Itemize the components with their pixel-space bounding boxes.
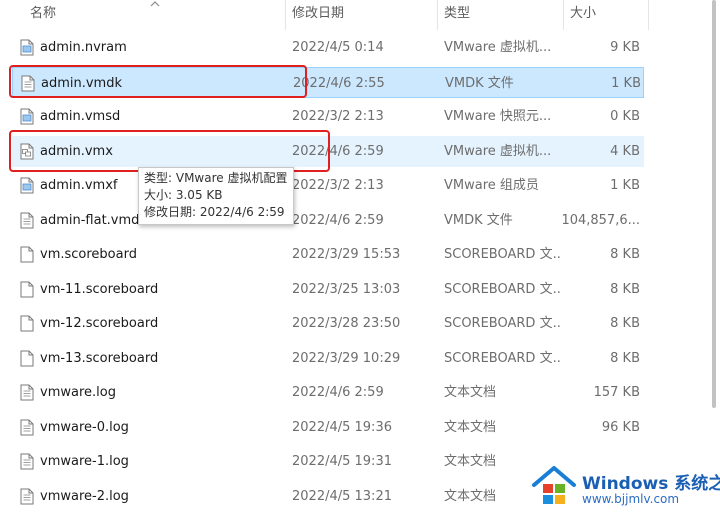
modified-date: 2022/4/5 13:21: [292, 489, 392, 504]
file-row[interactable]: vm.scoreboard 2022/3/29 15:53 SCOREBOARD 文…: [12, 239, 644, 270]
file-name: vm-12.scoreboard: [40, 316, 159, 331]
file-row[interactable]: admin-flat.vmdk 2022/4/6 2:59 VMDK 文件 104,8…: [12, 205, 644, 236]
blank-file-icon: [20, 315, 34, 332]
file-size: 8 KB: [610, 282, 640, 297]
column-header-date[interactable]: 修改日期: [286, 0, 436, 30]
file-name: vmware-0.log: [40, 420, 129, 435]
file-row[interactable]: admin.vmxf 2022/3/2 2:13 VMware 组成员 1 KB: [12, 170, 644, 201]
modified-date: 2022/3/2 2:13: [292, 178, 384, 193]
file-type: VMware 快照元...: [444, 109, 552, 124]
file-name: vm-13.scoreboard: [40, 351, 159, 366]
file-row[interactable]: vm-11.scoreboard 2022/3/25 13:03 SCOREBOAR…: [12, 274, 644, 305]
highlight-annotation-vmdk: [9, 65, 307, 98]
modified-date: 2022/4/5 19:36: [292, 420, 392, 435]
file-row[interactable]: vm-12.scoreboard 2022/3/28 23:50 SCOREBOAR…: [12, 308, 644, 339]
file-type: 文本文档: [444, 420, 497, 435]
watermark: Windows 系统之家 www.bjjmlv.com: [530, 461, 720, 513]
modified-date: 2022/4/6 2:59: [292, 213, 384, 228]
watermark-url: www.bjjmlv.com: [582, 492, 680, 506]
file-type: VMware 虚拟机...: [444, 40, 552, 55]
file-type: 文本文档: [444, 385, 497, 400]
file-row[interactable]: admin.vmsd 2022/3/2 2:13 VMware 快照元... 0 KB: [12, 101, 644, 132]
file-name: vm.scoreboard: [40, 247, 137, 262]
text-file-icon: [20, 384, 34, 401]
file-type: VMware 组成员: [444, 178, 539, 193]
vertical-scrollbar[interactable]: [712, 0, 716, 408]
windows-house-logo-icon: [532, 466, 576, 504]
vmware-file-icon: [20, 177, 34, 194]
modified-date: 2022/3/28 23:50: [292, 316, 401, 331]
vmware-file-icon: [20, 108, 34, 125]
modified-date: 2022/3/29 10:29: [292, 351, 401, 366]
tooltip-type: 类型: VMware 虚拟机配置: [144, 171, 288, 185]
column-header-bar: 名称 修改日期 类型 大小: [0, 0, 720, 30]
column-header-type[interactable]: 类型: [438, 0, 562, 30]
document-file-icon: [20, 212, 34, 229]
file-row[interactable]: vm-13.scoreboard 2022/3/29 10:29 SCOREBOAR…: [12, 343, 644, 374]
file-size: 8 KB: [610, 247, 640, 262]
file-type: SCOREBOARD 文...: [444, 316, 562, 331]
file-explorer: 名称 修改日期 类型 大小 admin.nvram 2022/4/5 0:14 VM…: [0, 0, 720, 515]
text-file-icon: [20, 419, 34, 436]
file-size: 8 KB: [610, 351, 640, 366]
file-name: vm-11.scoreboard: [40, 282, 159, 297]
file-type: VMDK 文件: [444, 213, 513, 228]
blank-file-icon: [20, 350, 34, 367]
file-name: vmware-1.log: [40, 454, 129, 469]
file-type: SCOREBOARD 文...: [444, 282, 562, 297]
file-row[interactable]: vmware.log 2022/4/6 2:59 文本文档 157 KB: [12, 377, 644, 408]
modified-date: 2022/4/5 0:14: [292, 40, 384, 55]
tooltip-size: 大小: 3.05 KB: [144, 188, 223, 202]
highlight-annotation-vmx: [9, 130, 330, 172]
watermark-title: Windows 系统之家: [582, 474, 720, 494]
text-file-icon: [20, 453, 34, 470]
vmware-file-icon: [20, 39, 34, 56]
file-tooltip: 类型: VMware 虚拟机配置 大小: 3.05 KB 修改日期: 2022/…: [138, 167, 295, 225]
file-size: 157 KB: [593, 385, 640, 400]
modified-date: 2022/3/2 2:13: [292, 109, 384, 124]
modified-date: 2022/4/6 2:55: [293, 76, 385, 91]
file-type: VMDK 文件: [445, 76, 514, 91]
file-type: SCOREBOARD 文...: [444, 351, 562, 366]
file-size: 9 KB: [610, 40, 640, 55]
blank-file-icon: [20, 281, 34, 298]
blank-file-icon: [20, 246, 34, 263]
file-type: VMware 虚拟机...: [444, 144, 552, 159]
file-name: admin.vmsd: [40, 109, 121, 124]
file-name: vmware-2.log: [40, 489, 129, 504]
modified-date: 2022/3/25 13:03: [292, 282, 401, 297]
file-size: 104,857,6...: [561, 213, 640, 228]
file-size: 8 KB: [610, 316, 640, 331]
modified-date: 2022/4/6 2:59: [292, 385, 384, 400]
tooltip-date: 修改日期: 2022/4/6 2:59: [144, 205, 285, 219]
column-separator[interactable]: [648, 0, 649, 30]
modified-date: 2022/3/29 15:53: [292, 247, 401, 262]
file-size: 4 KB: [610, 144, 640, 159]
file-size: 96 KB: [601, 420, 640, 435]
modified-date: 2022/4/5 19:31: [292, 454, 392, 469]
file-row[interactable]: admin.nvram 2022/4/5 0:14 VMware 虚拟机... 9 K…: [12, 32, 644, 63]
file-name: vmware.log: [40, 385, 116, 400]
file-size: 1 KB: [611, 76, 641, 91]
sort-ascending-icon: [150, 1, 160, 7]
file-row[interactable]: vmware-0.log 2022/4/5 19:36 文本文档 96 KB: [12, 412, 644, 443]
text-file-icon: [20, 488, 34, 505]
file-type: SCOREBOARD 文...: [444, 247, 562, 262]
file-size: 1 KB: [610, 178, 640, 193]
file-size: 0 KB: [610, 109, 640, 124]
column-header-size[interactable]: 大小: [564, 0, 648, 30]
file-name: admin.nvram: [40, 40, 127, 55]
